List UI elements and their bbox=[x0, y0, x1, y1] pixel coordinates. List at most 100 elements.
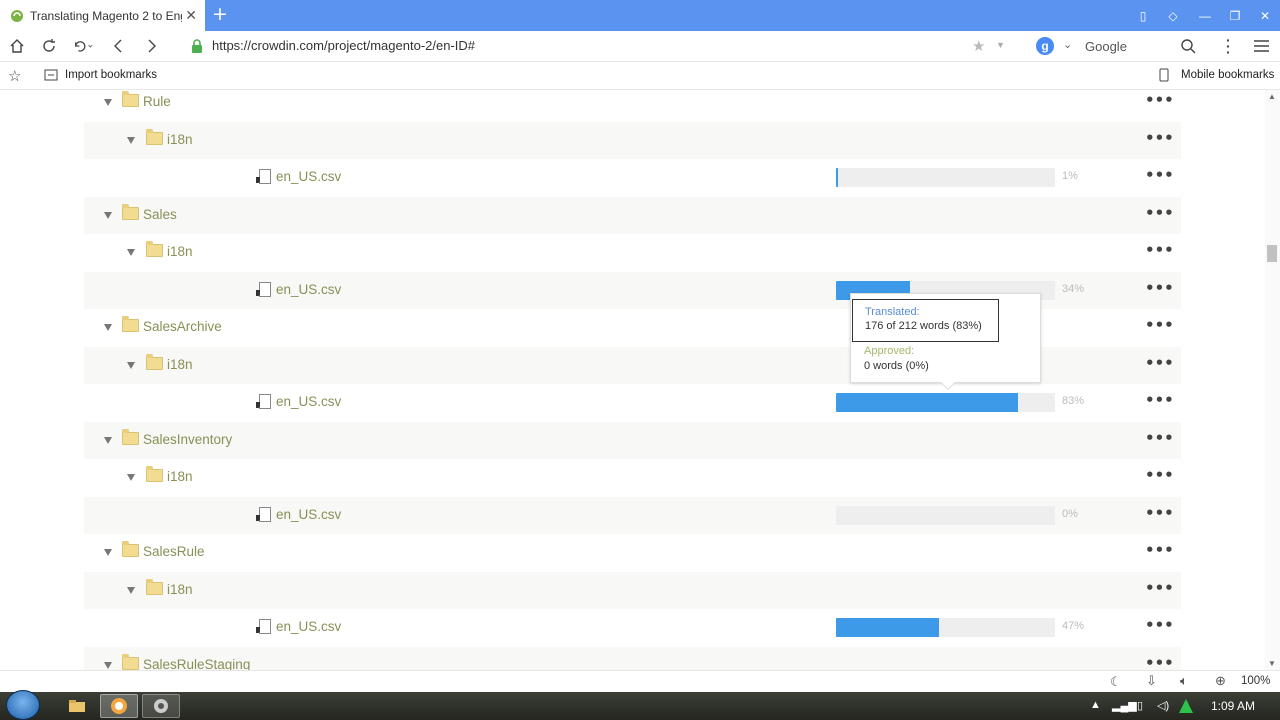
file-row[interactable]: en_US.csv 47% ••• bbox=[84, 609, 1181, 646]
skin-icon[interactable]: ◇ bbox=[1158, 0, 1188, 31]
folder-name[interactable]: i18n bbox=[167, 357, 193, 372]
tab-close-icon[interactable]: ✕ bbox=[185, 7, 197, 24]
row-menu-icon[interactable]: ••• bbox=[1145, 618, 1174, 633]
network-icon[interactable]: ▂▄▆ bbox=[1112, 699, 1137, 712]
night-mode-icon[interactable]: ☾ bbox=[1110, 674, 1122, 690]
scroll-up-icon[interactable]: ▲ bbox=[1268, 92, 1276, 101]
folder-row[interactable]: SalesRuleStaging ••• bbox=[84, 646, 1181, 671]
folder-name[interactable]: Rule bbox=[143, 94, 171, 109]
folder-name[interactable]: SalesRule bbox=[143, 544, 205, 559]
expand-triangle-icon[interactable] bbox=[104, 549, 112, 556]
folder-name[interactable]: SalesInventory bbox=[143, 432, 232, 447]
row-menu-icon[interactable]: ••• bbox=[1145, 130, 1174, 146]
expand-triangle-icon[interactable] bbox=[104, 436, 112, 444]
scroll-down-icon[interactable]: ▼ bbox=[1268, 659, 1276, 668]
window-close-icon[interactable]: ✕ bbox=[1250, 0, 1280, 31]
folder-row[interactable]: i18n ••• bbox=[84, 571, 1181, 609]
folder-name[interactable]: SalesArchive bbox=[143, 319, 222, 334]
folder-row[interactable]: i18n ••• bbox=[84, 121, 1181, 159]
expand-triangle-icon[interactable] bbox=[104, 324, 112, 331]
expand-triangle-icon[interactable] bbox=[127, 586, 135, 594]
row-menu-icon[interactable]: ••• bbox=[1145, 430, 1174, 446]
folder-name[interactable]: i18n bbox=[167, 469, 193, 484]
bookmarks-star-icon[interactable]: ☆ bbox=[8, 67, 21, 85]
search-engine-icon[interactable]: g bbox=[1036, 37, 1054, 55]
search-input[interactable]: Google bbox=[1085, 39, 1127, 54]
forward-icon[interactable] bbox=[140, 36, 162, 56]
row-menu-icon[interactable]: ••• bbox=[1145, 580, 1174, 596]
row-menu-icon[interactable]: ••• bbox=[1145, 393, 1174, 408]
browser-tab[interactable]: Translating Magento 2 to Engl ✕ bbox=[0, 0, 205, 31]
folder-row[interactable]: SalesRule ••• bbox=[84, 534, 1181, 571]
folder-row[interactable]: SalesInventory ••• bbox=[84, 421, 1181, 459]
new-tab-icon[interactable]: + bbox=[212, 4, 228, 24]
download-icon[interactable]: ⇩ bbox=[1146, 673, 1157, 689]
url-input[interactable]: https://crowdin.com/project/magento-2/en… bbox=[212, 38, 475, 53]
folder-row[interactable]: Rule ••• bbox=[84, 90, 1181, 121]
row-menu-icon[interactable]: ••• bbox=[1145, 468, 1174, 483]
row-menu-icon[interactable]: ••• bbox=[1145, 243, 1174, 258]
file-row[interactable]: en_US.csv 1% ••• bbox=[84, 159, 1181, 196]
expand-triangle-icon[interactable] bbox=[127, 136, 135, 144]
folder-row[interactable]: i18n ••• bbox=[84, 459, 1181, 496]
row-menu-icon[interactable]: ••• bbox=[1145, 205, 1174, 221]
mobile-bookmarks-link[interactable]: Mobile bookmarks bbox=[1181, 69, 1274, 81]
row-menu-icon[interactable]: ••• bbox=[1145, 280, 1174, 296]
row-menu-icon[interactable]: ••• bbox=[1145, 355, 1174, 371]
progress-bar[interactable] bbox=[836, 618, 1055, 637]
expand-triangle-icon[interactable] bbox=[104, 661, 112, 669]
row-menu-icon[interactable]: ••• bbox=[1145, 543, 1174, 558]
file-name[interactable]: en_US.csv bbox=[276, 619, 341, 634]
tray-app-icon[interactable] bbox=[1178, 698, 1194, 714]
import-bookmarks-link[interactable]: Import bookmarks bbox=[65, 69, 157, 81]
expand-triangle-icon[interactable] bbox=[127, 361, 135, 369]
more-menu-icon[interactable]: · · · bbox=[1226, 33, 1231, 59]
browser-taskbar-icon[interactable] bbox=[100, 694, 138, 718]
file-name[interactable]: en_US.csv bbox=[276, 169, 341, 184]
start-button[interactable] bbox=[6, 690, 40, 720]
row-menu-icon[interactable]: ••• bbox=[1145, 93, 1174, 108]
scrollbar-thumb[interactable] bbox=[1267, 245, 1277, 262]
folder-name[interactable]: i18n bbox=[167, 132, 193, 147]
undo-icon[interactable] bbox=[72, 36, 94, 56]
folder-name[interactable]: Sales bbox=[143, 207, 177, 222]
minimize-icon[interactable]: — bbox=[1190, 0, 1220, 31]
row-menu-icon[interactable]: ••• bbox=[1145, 168, 1174, 183]
expand-triangle-icon[interactable] bbox=[104, 99, 112, 106]
progress-bar[interactable] bbox=[836, 505, 1055, 525]
clock[interactable]: 1:09 AM bbox=[1211, 699, 1255, 713]
home-icon[interactable] bbox=[6, 36, 28, 56]
file-row[interactable]: en_US.csv 0% ••• bbox=[84, 496, 1181, 534]
folder-name[interactable]: i18n bbox=[167, 244, 193, 259]
app-taskbar-icon[interactable] bbox=[142, 694, 180, 718]
expand-triangle-icon[interactable] bbox=[127, 474, 135, 481]
file-row[interactable]: en_US.csv 83% ••• bbox=[84, 384, 1181, 421]
row-menu-icon[interactable]: ••• bbox=[1145, 505, 1174, 521]
folder-row[interactable]: Sales ••• bbox=[84, 196, 1181, 234]
search-icon[interactable] bbox=[1181, 39, 1196, 54]
folder-name[interactable]: SalesRuleStaging bbox=[143, 657, 250, 671]
hamburger-menu-icon[interactable] bbox=[1254, 39, 1269, 53]
zoom-icon[interactable]: ⊕ bbox=[1215, 673, 1226, 689]
tray-expand-icon[interactable]: ▲ bbox=[1090, 699, 1101, 711]
file-name[interactable]: en_US.csv bbox=[276, 507, 341, 522]
progress-bar[interactable] bbox=[836, 168, 1055, 187]
row-menu-icon[interactable]: ••• bbox=[1145, 318, 1174, 333]
reload-icon[interactable] bbox=[38, 36, 60, 56]
progress-bar[interactable] bbox=[836, 393, 1055, 412]
volume-icon[interactable]: ◁) bbox=[1157, 699, 1169, 712]
page-scrollbar[interactable]: ▲ ▼ bbox=[1265, 90, 1280, 670]
folder-name[interactable]: i18n bbox=[167, 582, 193, 597]
bookmark-star-icon[interactable]: ★ bbox=[972, 37, 985, 55]
battery-icon[interactable]: ▯ bbox=[1137, 699, 1143, 712]
folder-row[interactable]: i18n ••• bbox=[84, 234, 1181, 271]
row-menu-icon[interactable]: ••• bbox=[1145, 655, 1174, 670]
bookmark-dropdown-icon[interactable]: ▼ bbox=[996, 40, 1005, 50]
expand-triangle-icon[interactable] bbox=[104, 211, 112, 219]
explorer-icon[interactable] bbox=[58, 694, 96, 718]
reader-mode-icon[interactable]: ▯ bbox=[1128, 0, 1158, 31]
zoom-level[interactable]: 100% bbox=[1241, 675, 1270, 687]
engine-dropdown-icon[interactable]: ⌄ bbox=[1063, 38, 1072, 51]
back-icon[interactable] bbox=[108, 36, 130, 56]
file-name[interactable]: en_US.csv bbox=[276, 282, 341, 297]
